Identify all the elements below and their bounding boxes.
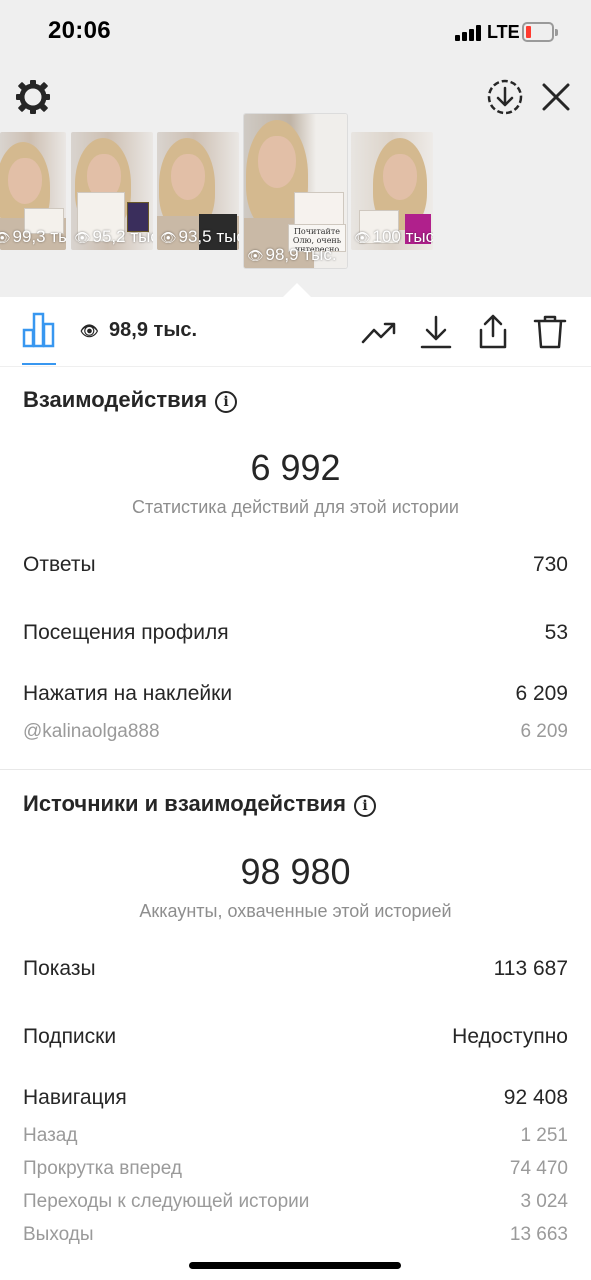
reach-count: 👁 98,9 тыс. <box>80 319 197 342</box>
interactions-caption: Статистика действий для этой истории <box>132 497 459 517</box>
metric-subrow-exits: Выходы 13 663 <box>23 1224 568 1246</box>
save-download-icon[interactable] <box>486 78 524 116</box>
metric-label: Показы <box>23 957 96 980</box>
metric-label: Переходы к следующей истории <box>23 1191 310 1212</box>
thumbnail-views: 93,5 тыс. <box>178 227 239 246</box>
settings-gear-icon[interactable] <box>14 78 52 116</box>
thumbnail-views: 98,9 тыс. <box>265 245 337 264</box>
metric-label: Посещения профиля <box>23 621 229 644</box>
metric-value: Недоступно <box>452 1025 568 1048</box>
metric-value: 1 251 <box>520 1125 568 1146</box>
metric-label: Нажатия на наклейки <box>23 682 233 705</box>
thumbnail-views: 99,3 тыс. <box>12 227 66 246</box>
metric-label: Навигация <box>23 1086 127 1109</box>
metric-label: Ответы <box>23 553 96 576</box>
selected-story-caret <box>283 283 311 297</box>
metric-subrow-back: Назад 1 251 <box>23 1125 568 1147</box>
metric-label: @kalinaolga888 <box>23 721 160 742</box>
metric-subrow-next-story: Переходы к следующей истории 3 024 <box>23 1191 568 1213</box>
info-icon[interactable]: i <box>353 795 376 817</box>
story-thumbnail[interactable]: 👁99,3 тыс. <box>0 132 66 250</box>
insights-chart-icon[interactable] <box>22 312 56 348</box>
metric-label: Назад <box>23 1125 78 1146</box>
story-thumbnail-selected[interactable]: Почитайте Олю, очень интересно 👁 98,9 тыс… <box>244 114 347 268</box>
story-thumbnail[interactable]: 👁95,2 тыс. <box>71 132 153 250</box>
metric-label: Подписки <box>23 1025 117 1048</box>
story-preview-header: 20:06 LTE 👁 99,3 ты 👁 95,2 ты 👁 93,5 ты … <box>0 0 591 297</box>
interactions-heading: Взаимодействия i <box>23 387 238 413</box>
home-indicator[interactable] <box>189 1262 401 1269</box>
promote-trend-icon[interactable] <box>361 314 397 350</box>
discovery-total: 98 980 <box>240 851 351 892</box>
metric-label: Прокрутка вперед <box>23 1158 182 1179</box>
metric-label: Выходы <box>23 1224 94 1245</box>
battery-icon <box>522 22 558 42</box>
signal-icon <box>455 25 483 41</box>
eye-icon: 👁 <box>80 323 100 340</box>
info-icon[interactable]: i <box>215 391 238 413</box>
story-thumbnails-strip: 👁99,3 тыс. 👁95,2 тыс. 👁93,5 тыс. <box>0 114 591 274</box>
thumbnail-views: 95,2 тыс. <box>92 227 153 246</box>
metric-row-impressions: Показы 113 687 <box>23 957 568 981</box>
discovery-heading: Источники и взаимодействия i <box>23 791 376 817</box>
metric-value: 53 <box>544 621 568 644</box>
download-icon[interactable] <box>418 314 454 350</box>
metric-subrow-forward: Прокрутка вперед 74 470 <box>23 1158 568 1180</box>
metric-row-follows: Подписки Недоступно <box>23 1025 568 1049</box>
active-tab-indicator <box>22 363 56 365</box>
share-icon[interactable] <box>475 314 511 350</box>
story-thumbnail[interactable]: 👁 100 тыс. <box>351 132 433 250</box>
reach-value: 98,9 тыс. <box>109 319 198 341</box>
metric-value: 730 <box>532 553 568 576</box>
metric-value: 3 024 <box>520 1191 568 1212</box>
close-icon[interactable] <box>540 80 572 114</box>
section-divider <box>0 769 591 770</box>
metric-value: 6 209 <box>515 682 568 705</box>
interactions-title: Взаимодействия <box>23 387 208 412</box>
metric-value: 92 408 <box>503 1086 568 1109</box>
story-thumbnail[interactable]: 👁93,5 тыс. <box>157 132 239 250</box>
metric-value: 74 470 <box>509 1158 568 1179</box>
status-time: 20:06 <box>48 17 111 44</box>
metric-value: 13 663 <box>509 1224 568 1245</box>
metric-row-replies: Ответы 730 <box>23 553 568 577</box>
discovery-caption: Аккаунты, охваченные этой историей <box>139 901 452 921</box>
metric-value: 113 687 <box>493 957 568 980</box>
metric-row-sticker-taps: Нажатия на наклейки 6 209 <box>23 682 568 706</box>
interactions-total: 6 992 <box>250 447 341 488</box>
thumbnail-views: 100 тыс. <box>372 227 433 246</box>
status-bar: 20:06 LTE <box>0 0 591 64</box>
insights-action-bar: 👁 98,9 тыс. <box>0 297 591 367</box>
metric-subrow-mention: @kalinaolga888 6 209 <box>23 721 568 743</box>
metric-value: 6 209 <box>520 721 568 742</box>
metric-row-profile-visits: Посещения профиля 53 <box>23 621 568 645</box>
network-type: LTE <box>487 22 520 42</box>
delete-trash-icon[interactable] <box>532 314 568 350</box>
discovery-title: Источники и взаимодействия <box>23 791 346 816</box>
metric-row-navigation: Навигация 92 408 <box>23 1086 568 1110</box>
